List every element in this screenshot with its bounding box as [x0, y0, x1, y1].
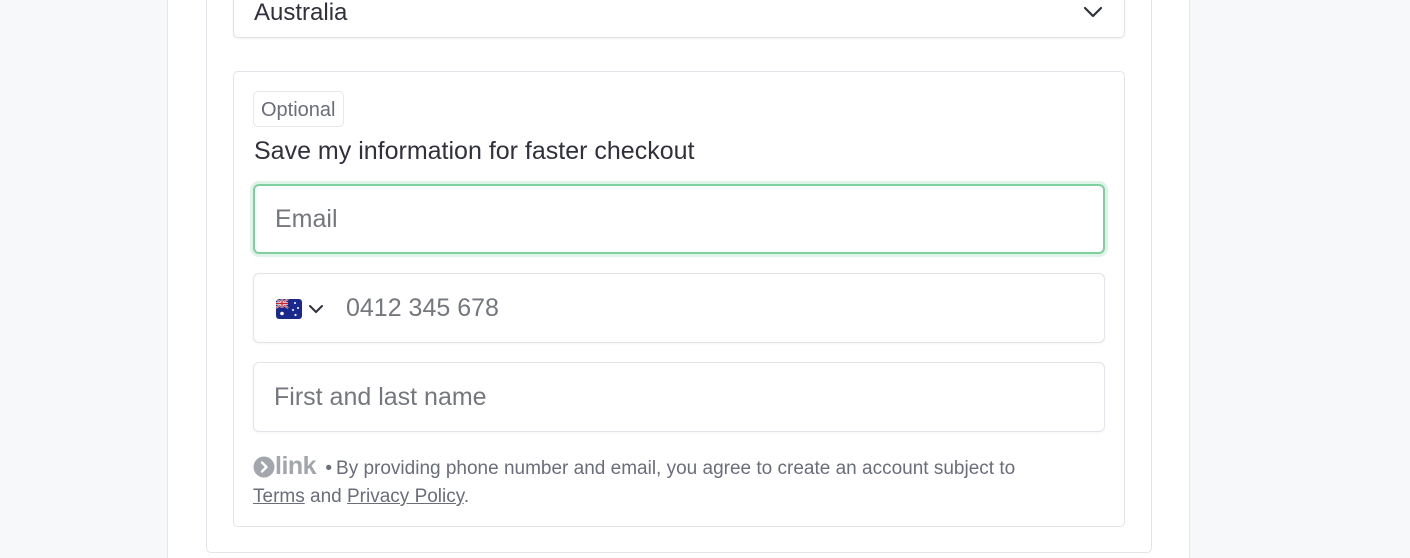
name-input[interactable]	[274, 363, 1084, 431]
optional-badge: Optional	[253, 91, 344, 127]
name-field[interactable]	[253, 362, 1105, 432]
privacy-policy-link[interactable]: Privacy Policy	[347, 486, 464, 507]
and-text: and	[310, 486, 342, 507]
legal-text: By providing phone number and email, you…	[336, 458, 1016, 479]
terms-link[interactable]: Terms	[253, 486, 305, 507]
period-text: .	[463, 486, 470, 507]
legal-notice: link • By providing phone number and emai…	[253, 452, 1113, 511]
email-input[interactable]	[275, 186, 1085, 252]
australia-flag-icon	[276, 299, 302, 319]
country-select[interactable]: Australia	[233, 0, 1125, 38]
save-info-heading: Save my information for faster checkout	[254, 137, 695, 165]
link-logo-icon	[253, 456, 275, 478]
country-select-value: Australia	[254, 0, 348, 26]
phone-country-selector[interactable]	[274, 296, 332, 322]
link-brand-text: link	[275, 452, 317, 480]
chevron-down-icon	[309, 305, 323, 313]
email-field[interactable]	[253, 184, 1105, 254]
phone-input[interactable]	[346, 274, 1086, 342]
separator-dot: •	[325, 458, 333, 479]
chevron-down-icon	[1083, 6, 1103, 18]
phone-field[interactable]	[253, 273, 1105, 343]
